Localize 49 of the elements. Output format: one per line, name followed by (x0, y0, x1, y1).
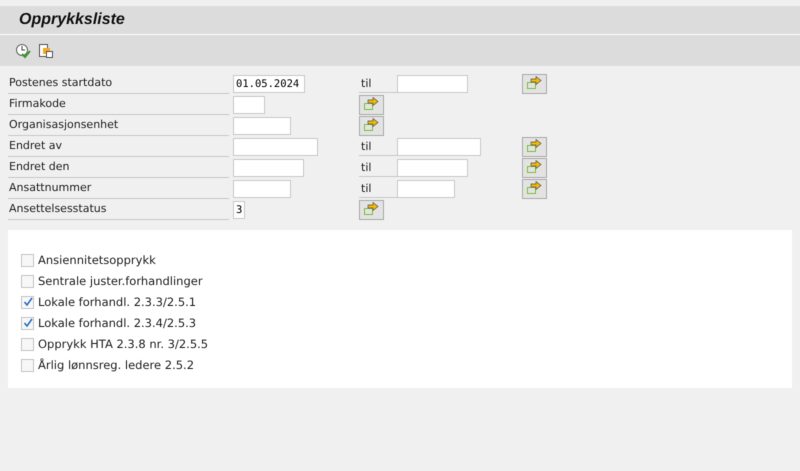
window-title: Opprykksliste (19, 11, 125, 29)
arrow-icon (526, 160, 543, 175)
execute-button[interactable] (14, 42, 32, 60)
input-field[interactable] (397, 138, 481, 156)
checkbox[interactable] (21, 296, 34, 308)
checkbox-label: Sentrale juster.forhandlinger (38, 274, 203, 288)
checkbox-label: Ansiennitetsopprykk (38, 253, 156, 267)
input-field[interactable] (233, 138, 318, 156)
multiple-selection-button[interactable] (522, 74, 547, 94)
documents-icon (38, 42, 54, 58)
arrow-icon (526, 76, 543, 91)
input-field[interactable] (233, 158, 304, 176)
arrow-icon (526, 181, 543, 196)
field-label: Endret av (8, 136, 229, 157)
multiple-selection-button[interactable] (522, 178, 547, 198)
field-label: Firmakode (8, 94, 229, 115)
checkbox[interactable] (21, 338, 34, 350)
checkbox-label: Lokale forhandl. 2.3.4/2.5.3 (38, 316, 196, 330)
input-field[interactable] (233, 180, 291, 198)
multiple-selection-button[interactable] (522, 158, 547, 178)
field-label: Endret den (8, 157, 229, 178)
multiple-selection-button[interactable] (522, 136, 547, 156)
field-label: Postenes startdato (8, 73, 229, 94)
field-label: Ansattnummer (8, 178, 229, 199)
input-field[interactable]: 3 (233, 200, 245, 218)
checkbox-label: Opprykk HTA 2.3.8 nr. 3/2.5.5 (38, 337, 208, 351)
variants-button[interactable] (37, 42, 55, 60)
multiple-selection-button[interactable] (359, 200, 384, 220)
input-field[interactable] (397, 74, 468, 92)
checkbox[interactable] (21, 316, 34, 330)
checkbox-label: Årlig lønnsreg. ledere 2.5.2 (38, 358, 194, 372)
checkbox-label: Lokale forhandl. 2.3.3/2.5.1 (38, 295, 196, 309)
arrow-icon (363, 97, 380, 112)
multiple-selection-button[interactable] (359, 116, 384, 136)
arrow-icon (526, 139, 543, 154)
checkbox[interactable] (21, 358, 34, 372)
clock-check-icon (15, 42, 31, 58)
input-field[interactable] (233, 96, 265, 114)
input-field[interactable]: 01.05.2024 (233, 74, 305, 92)
field-label: Organisasjonsenhet (8, 115, 229, 136)
checkbox[interactable] (21, 274, 34, 288)
input-field[interactable] (397, 180, 455, 198)
checkbox[interactable] (21, 254, 34, 266)
field-label: Ansettelsesstatus (8, 199, 229, 220)
input-field[interactable] (397, 158, 468, 176)
multiple-selection-button[interactable] (359, 94, 384, 114)
arrow-icon (363, 202, 380, 217)
input-field[interactable] (233, 116, 291, 134)
arrow-icon (363, 118, 380, 133)
